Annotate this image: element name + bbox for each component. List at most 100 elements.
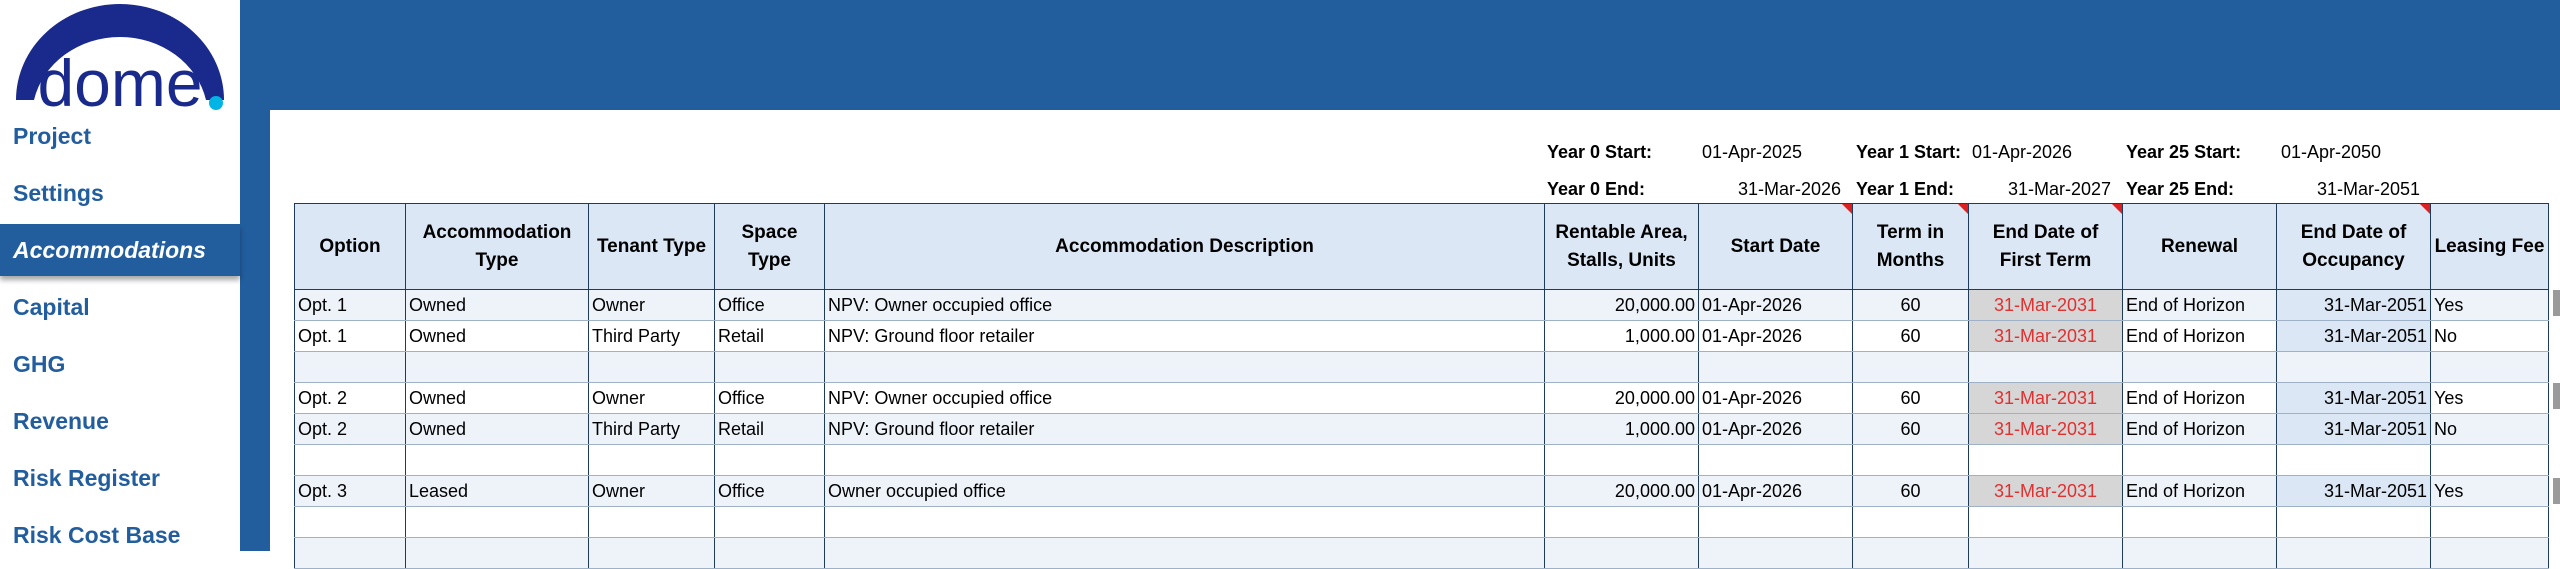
- table-cell[interactable]: [1852, 506, 1969, 538]
- table-cell[interactable]: 60: [1852, 413, 1969, 445]
- table-cell[interactable]: [824, 506, 1545, 538]
- table-cell[interactable]: [1968, 444, 2123, 476]
- table-cell[interactable]: [714, 444, 825, 476]
- table-cell[interactable]: 01-Apr-2026: [1698, 320, 1853, 352]
- table-cell[interactable]: [2122, 537, 2277, 569]
- table-cell[interactable]: Yes: [2430, 475, 2549, 507]
- table-cell[interactable]: 20,000.00: [1544, 475, 1699, 507]
- table-cell[interactable]: Owner occupied office: [824, 475, 1545, 507]
- table-cell[interactable]: [714, 351, 825, 383]
- table-cell[interactable]: 31-Mar-2051: [2276, 289, 2431, 321]
- table-cell[interactable]: 31-Mar-2031: [1968, 382, 2123, 414]
- table-cell[interactable]: Owner: [588, 475, 715, 507]
- table-cell[interactable]: Office: [714, 475, 825, 507]
- table-cell[interactable]: 31-Mar-2031: [1968, 320, 2123, 352]
- table-cell[interactable]: 01-Apr-2026: [1698, 475, 1853, 507]
- table-cell[interactable]: Yes: [2430, 289, 2549, 321]
- table-cell[interactable]: [1698, 506, 1853, 538]
- table-cell[interactable]: 60: [1852, 289, 1969, 321]
- table-cell[interactable]: [1968, 506, 2123, 538]
- nav-settings[interactable]: Settings: [0, 167, 240, 219]
- table-cell[interactable]: Owned: [405, 413, 589, 445]
- table-cell[interactable]: [1544, 351, 1699, 383]
- table-cell[interactable]: [405, 537, 589, 569]
- table-cell[interactable]: [588, 444, 715, 476]
- table-cell[interactable]: [714, 506, 825, 538]
- comment-flag-icon[interactable]: [1842, 204, 1852, 214]
- table-cell[interactable]: NPV: Ground floor retailer: [824, 413, 1545, 445]
- table-cell[interactable]: Third Party: [588, 413, 715, 445]
- table-cell[interactable]: Opt. 2: [294, 382, 406, 414]
- table-cell[interactable]: [588, 351, 715, 383]
- table-cell[interactable]: Owned: [405, 289, 589, 321]
- table-cell[interactable]: [714, 537, 825, 569]
- table-cell[interactable]: NPV: Owner occupied office: [824, 382, 1545, 414]
- table-cell[interactable]: 01-Apr-2026: [1698, 289, 1853, 321]
- table-cell[interactable]: [1544, 506, 1699, 538]
- table-cell[interactable]: Retail: [714, 320, 825, 352]
- nav-revenue[interactable]: Revenue: [0, 395, 240, 447]
- table-cell[interactable]: 31-Mar-2051: [2276, 413, 2431, 445]
- table-cell[interactable]: Opt. 1: [294, 289, 406, 321]
- table-cell[interactable]: 31-Mar-2031: [1968, 413, 2123, 445]
- table-cell[interactable]: [1698, 444, 1853, 476]
- table-cell[interactable]: Owner: [588, 289, 715, 321]
- nav-accommodations[interactable]: Accommodations: [0, 224, 240, 276]
- nav-risk-register[interactable]: Risk Register: [0, 452, 240, 504]
- table-cell[interactable]: [294, 537, 406, 569]
- table-cell[interactable]: [1852, 351, 1969, 383]
- table-cell[interactable]: [294, 351, 406, 383]
- table-cell[interactable]: [588, 506, 715, 538]
- table-cell[interactable]: [1852, 537, 1969, 569]
- table-cell[interactable]: 31-Mar-2051: [2276, 320, 2431, 352]
- table-cell[interactable]: [1968, 351, 2123, 383]
- table-cell[interactable]: Leased: [405, 475, 589, 507]
- table-cell[interactable]: 31-Mar-2051: [2276, 382, 2431, 414]
- table-cell[interactable]: [1968, 537, 2123, 569]
- comment-flag-icon[interactable]: [2112, 204, 2122, 214]
- table-cell[interactable]: [2122, 351, 2277, 383]
- comment-flag-icon[interactable]: [2420, 204, 2430, 214]
- table-cell[interactable]: [824, 444, 1545, 476]
- table-cell[interactable]: Opt. 2: [294, 413, 406, 445]
- table-cell[interactable]: [2122, 444, 2277, 476]
- table-cell[interactable]: [2430, 444, 2549, 476]
- table-cell[interactable]: Opt. 1: [294, 320, 406, 352]
- table-cell[interactable]: Office: [714, 289, 825, 321]
- table-cell[interactable]: [588, 537, 715, 569]
- table-cell[interactable]: 1,000.00: [1544, 413, 1699, 445]
- table-cell[interactable]: [1852, 444, 1969, 476]
- nav-ghg[interactable]: GHG: [0, 338, 240, 390]
- table-cell[interactable]: [824, 537, 1545, 569]
- table-cell[interactable]: Retail: [714, 413, 825, 445]
- table-cell[interactable]: [2276, 537, 2431, 569]
- table-cell[interactable]: End of Horizon: [2122, 289, 2277, 321]
- nav-project[interactable]: Project: [0, 110, 240, 162]
- table-cell[interactable]: [294, 506, 406, 538]
- table-cell[interactable]: [405, 444, 589, 476]
- table-cell[interactable]: No: [2430, 320, 2549, 352]
- table-cell[interactable]: Yes: [2430, 382, 2549, 414]
- table-cell[interactable]: Office: [714, 382, 825, 414]
- table-cell[interactable]: [2122, 506, 2277, 538]
- table-cell[interactable]: 31-Mar-2031: [1968, 289, 2123, 321]
- table-cell[interactable]: 60: [1852, 475, 1969, 507]
- table-cell[interactable]: Owned: [405, 382, 589, 414]
- table-cell[interactable]: No: [2430, 413, 2549, 445]
- table-cell[interactable]: [2276, 351, 2431, 383]
- table-cell[interactable]: 60: [1852, 382, 1969, 414]
- table-cell[interactable]: 20,000.00: [1544, 289, 1699, 321]
- table-cell[interactable]: 1,000.00: [1544, 320, 1699, 352]
- table-cell[interactable]: [1544, 537, 1699, 569]
- table-cell[interactable]: [294, 444, 406, 476]
- table-cell[interactable]: 31-Mar-2051: [2276, 475, 2431, 507]
- table-cell[interactable]: End of Horizon: [2122, 382, 2277, 414]
- table-cell[interactable]: Opt. 3: [294, 475, 406, 507]
- table-cell[interactable]: 60: [1852, 320, 1969, 352]
- table-cell[interactable]: [2430, 506, 2549, 538]
- table-cell[interactable]: Owned: [405, 320, 589, 352]
- table-cell[interactable]: [1698, 351, 1853, 383]
- table-cell[interactable]: [2430, 351, 2549, 383]
- table-cell[interactable]: [405, 506, 589, 538]
- nav-capital[interactable]: Capital: [0, 281, 240, 333]
